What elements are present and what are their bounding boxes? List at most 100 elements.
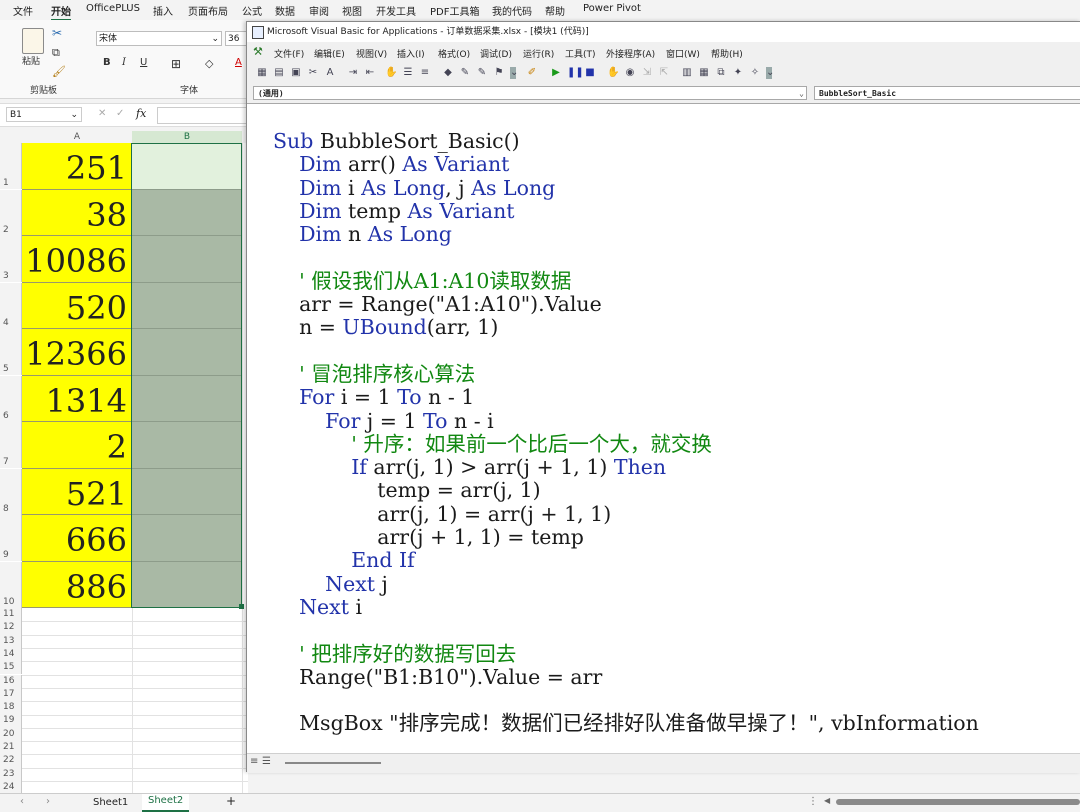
code-line[interactable]: ' 升序：如果前一个比后一个大，就交换	[273, 432, 712, 456]
uncomment-block-icon[interactable]: ✎	[476, 67, 488, 79]
font-size-select[interactable]: 36	[225, 31, 248, 46]
vba-menu-view[interactable]: 视图(V)	[356, 47, 387, 60]
code-line[interactable]: ' 把排序好的数据写回去	[273, 642, 516, 666]
code-line[interactable]: ' 冒泡排序核心算法	[273, 362, 475, 386]
code-line[interactable]: arr(j + 1, 1) = temp	[273, 525, 584, 549]
code-line[interactable]: Dim temp As Variant	[273, 199, 514, 223]
bookmark-icon[interactable]: ⚑	[493, 67, 505, 79]
cut-icon[interactable]: ✂	[307, 67, 319, 79]
code-line[interactable]: temp = arr(j, 1)	[273, 478, 540, 502]
code-line[interactable]: MsgBox "排序完成！数据们已经排好队准备做早操了！", vbInforma…	[273, 711, 979, 735]
code-line[interactable]: n = UBound(arr, 1)	[273, 315, 498, 339]
vba-excel-icon[interactable]: ⚒	[253, 45, 263, 58]
enter-icon[interactable]: ✓	[116, 108, 124, 119]
add-sheet-button[interactable]: +	[226, 794, 236, 808]
row-header-14[interactable]: 14	[0, 647, 22, 662]
vba-menu-format[interactable]: 格式(O)	[438, 47, 470, 60]
vba-menu-insert[interactable]: 插入(I)	[397, 47, 425, 60]
cell-a10[interactable]: 886	[22, 561, 132, 608]
tab-review[interactable]: 审阅	[309, 3, 329, 18]
code-line[interactable]: For i = 1 To n - 1	[273, 385, 474, 409]
cell-a7[interactable]: 2	[22, 422, 132, 469]
cell-a9[interactable]: 666	[22, 515, 132, 562]
cell-a5[interactable]: 12366	[22, 329, 132, 376]
toolbox-icon[interactable]: ✦	[732, 67, 744, 79]
insert-function-icon[interactable]: fx	[136, 107, 146, 120]
paste-label[interactable]: 粘贴	[22, 54, 40, 67]
row-header-15[interactable]: 15	[0, 661, 22, 675]
vba-menu-window[interactable]: 窗口(W)	[666, 47, 700, 60]
vba-menu-edit[interactable]: 编辑(E)	[314, 47, 345, 60]
fill-handle[interactable]	[239, 604, 244, 609]
tab-power-pivot[interactable]: Power Pivot	[583, 3, 641, 14]
code-line[interactable]: Dim i As Long, j As Long	[273, 176, 555, 200]
list-properties-icon[interactable]: ☰	[402, 67, 414, 79]
code-line[interactable]: End If	[273, 548, 415, 572]
project-explorer-icon[interactable]: ▥	[681, 67, 693, 79]
procedure-view-icon[interactable]: ≡	[250, 756, 258, 767]
row-header-24[interactable]: 24	[0, 780, 22, 793]
code-line[interactable]: Dim n As Long	[273, 222, 452, 246]
sheet-tab-1[interactable]: Sheet1	[93, 797, 128, 808]
row-header-16[interactable]: 16	[0, 674, 22, 688]
insert-module-icon[interactable]: ▤	[273, 67, 285, 79]
scroll-menu-icon[interactable]: ⋮	[808, 796, 818, 807]
vba-menu-addins[interactable]: 外接程序(A)	[606, 47, 655, 60]
code-line[interactable]: For j = 1 To n - i	[273, 409, 494, 433]
cell-a8[interactable]: 521	[22, 468, 132, 515]
row-header-11[interactable]: 11	[0, 608, 22, 622]
step-icon[interactable]: ⇲	[641, 67, 653, 79]
code-text[interactable]: Sub BubbleSort_Basic() Dim arr() As Vari…	[273, 129, 979, 736]
cell-a3[interactable]: 10086	[22, 236, 132, 283]
cell-a4[interactable]: 520	[22, 282, 132, 329]
row-header-4[interactable]: 4	[0, 282, 22, 329]
underline-button[interactable]: U	[140, 57, 147, 68]
sheet-horizontal-scrollbar[interactable]	[836, 799, 1080, 805]
vba-menu-debug[interactable]: 调试(D)	[480, 47, 512, 60]
code-line[interactable]: Next j	[273, 572, 388, 596]
object-combo[interactable]: (通用) ⌄	[253, 86, 807, 100]
font-name-select[interactable]: 宋体 ⌄	[96, 31, 222, 46]
code-line[interactable]: Range("B1:B10").Value = arr	[273, 665, 602, 689]
fill-color-icon[interactable]: ◇	[205, 57, 213, 70]
tab-view[interactable]: 视图	[342, 3, 362, 18]
code-line[interactable]: Sub BubbleSort_Basic()	[273, 129, 520, 153]
tab-formulas[interactable]: 公式	[242, 3, 262, 18]
tab-data[interactable]: 数据	[275, 3, 295, 18]
save-icon[interactable]: ▣	[290, 67, 302, 79]
code-line[interactable]: If arr(j, 1) > arr(j + 1, 1) Then	[273, 455, 666, 479]
pause-icon[interactable]: ❚❚	[567, 67, 584, 79]
code-line[interactable]: arr = Range("A1:A10").Value	[273, 292, 602, 316]
comment-block-icon[interactable]: ✎	[459, 67, 471, 79]
sheet-tab-2[interactable]: Sheet2	[142, 794, 190, 812]
row-header-12[interactable]: 12	[0, 621, 22, 635]
formula-input[interactable]	[157, 107, 250, 124]
find-icon[interactable]: A	[324, 67, 336, 79]
code-line[interactable]: ' 假设我们从A1:A10读取数据	[273, 269, 571, 293]
name-box[interactable]: B1 ⌄	[6, 107, 82, 122]
full-module-view-icon[interactable]: ☰	[262, 756, 271, 767]
help-icon[interactable]: ✧	[749, 67, 761, 79]
column-header-a[interactable]: A	[22, 131, 132, 143]
vba-menu-run[interactable]: 运行(R)	[523, 47, 554, 60]
format-painter-icon[interactable]: 🖌	[52, 65, 66, 78]
row-header-9[interactable]: 9	[0, 515, 22, 561]
row-header-2[interactable]: 2	[0, 189, 22, 236]
cut-icon[interactable]: ✂	[52, 26, 62, 40]
code-line[interactable]: Next i	[273, 595, 362, 619]
row-header-8[interactable]: 8	[0, 468, 22, 515]
border-icon[interactable]: ⊞	[171, 57, 181, 71]
column-header-b[interactable]: B	[132, 131, 242, 143]
vba-menu-file[interactable]: 文件(F)	[274, 47, 304, 60]
tab-page-layout[interactable]: 页面布局	[188, 3, 228, 18]
row-header-5[interactable]: 5	[0, 329, 22, 375]
procedure-combo[interactable]: BubbleSort_Basic	[814, 86, 1080, 100]
run-icon[interactable]: ▶	[550, 67, 562, 79]
stop-icon[interactable]: ■	[584, 67, 596, 79]
cell-a1[interactable]: 251	[22, 143, 132, 190]
vba-menu-help[interactable]: 帮助(H)	[711, 47, 743, 60]
toolbar-overflow-icon-2[interactable]: ⌄	[766, 67, 774, 79]
row-header-7[interactable]: 7	[0, 422, 22, 468]
row-header-6[interactable]: 6	[0, 375, 22, 422]
code-line[interactable]: arr(j, 1) = arr(j + 1, 1)	[273, 502, 611, 526]
